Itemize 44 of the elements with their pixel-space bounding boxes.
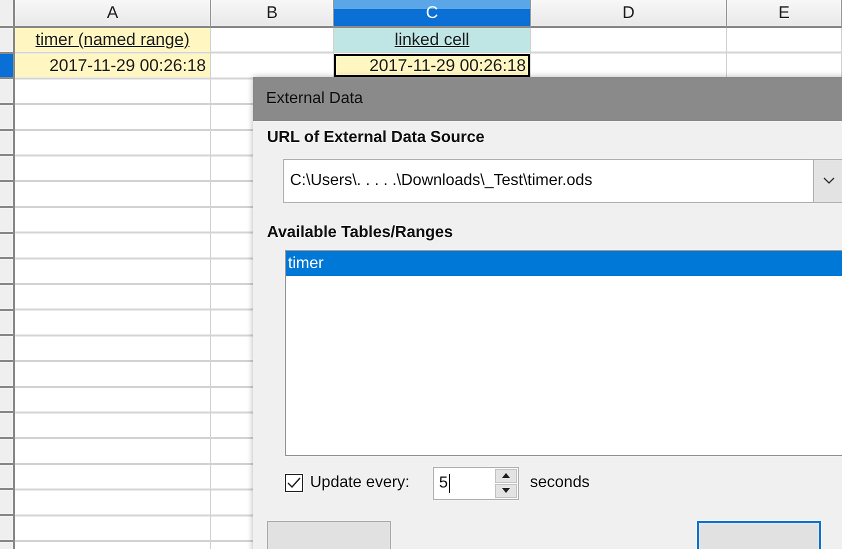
row-header[interactable]: [0, 105, 15, 131]
column-header[interactable]: B: [211, 0, 334, 28]
url-combobox[interactable]: C:\Users\. . . . .\Downloads\_Test\timer.ods: [283, 159, 842, 203]
row-header[interactable]: [0, 336, 15, 362]
column-header[interactable]: C: [334, 0, 531, 28]
table-cell: 2017-11-29 00:26:18: [334, 54, 530, 78]
unit-label: seconds: [530, 474, 590, 492]
row-header[interactable]: [0, 439, 15, 465]
section-label: Available Tables/Ranges: [267, 224, 453, 242]
row-header[interactable]: [0, 208, 15, 234]
dialog-title: External Data: [253, 77, 842, 121]
table-cell: 2017-11-29 00:26:18: [15, 54, 210, 78]
checkbox-label: Update every:: [310, 474, 411, 492]
list-item[interactable]: timer: [286, 251, 842, 276]
section-label: URL of External Data Source: [267, 129, 485, 147]
row-header[interactable]: [0, 388, 15, 414]
row-header[interactable]: [0, 156, 15, 182]
row-header[interactable]: [0, 413, 15, 439]
row-header[interactable]: [0, 516, 15, 542]
chevron-down-icon[interactable]: [823, 177, 835, 185]
row-header[interactable]: [0, 259, 15, 285]
checkmark-icon: [287, 477, 301, 489]
row-header[interactable]: [0, 130, 15, 156]
row-header[interactable]: [0, 362, 15, 388]
up-arrow-icon[interactable]: [502, 473, 510, 478]
row-header[interactable]: [0, 490, 15, 516]
row-header[interactable]: [0, 28, 15, 54]
update-checkbox[interactable]: [285, 474, 303, 492]
select-all-corner[interactable]: [0, 0, 15, 28]
row-header[interactable]: [0, 464, 15, 490]
column-header[interactable]: E: [727, 0, 842, 28]
table-cell: linked cell: [334, 28, 530, 52]
table-cell: timer (named range): [15, 28, 210, 52]
row-header[interactable]: [0, 234, 15, 260]
interval-spinbox[interactable]: 5: [433, 466, 519, 500]
row-header[interactable]: [0, 310, 15, 336]
row-header[interactable]: [0, 79, 15, 106]
column-header[interactable]: A: [15, 0, 211, 28]
row-header[interactable]: [0, 182, 15, 208]
default-button[interactable]: [697, 521, 821, 549]
button[interactable]: [267, 521, 391, 549]
row-header[interactable]: [0, 284, 15, 311]
down-arrow-icon[interactable]: [502, 488, 510, 493]
column-header[interactable]: D: [531, 0, 727, 28]
